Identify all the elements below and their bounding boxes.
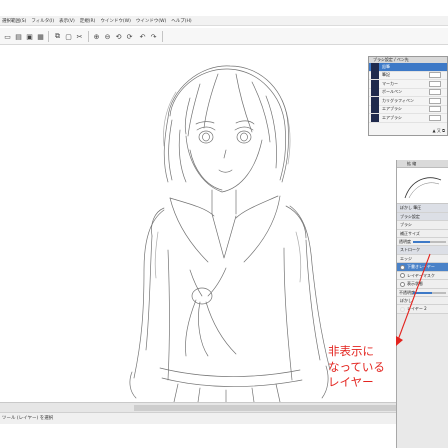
preview-sketch-icon (404, 177, 442, 199)
brush-item-airbrush[interactable]: エアブラシ (369, 105, 447, 114)
print-icon[interactable]: ▦ (36, 32, 45, 41)
brush-item-pen[interactable]: 筆記 (369, 71, 447, 80)
pencil-icon (371, 62, 379, 71)
brush-item-marker[interactable]: マーカー (369, 79, 447, 89)
cut-icon[interactable]: ✂ (75, 32, 84, 41)
annotation-line: 非表示に (328, 344, 374, 358)
brush-item-calligraphy[interactable]: カリグラフィペン (369, 96, 447, 106)
menu-item-select[interactable]: 選択範囲(S) (2, 18, 26, 24)
horizontal-scrollbar[interactable] (0, 402, 396, 412)
airbrush-icon (371, 105, 379, 114)
menu-item-window[interactable]: ウインドウ(W) (100, 18, 130, 24)
copy-icon[interactable]: ⧉ (53, 32, 62, 41)
calligraphy-icon (371, 96, 379, 105)
menu-item-window-2[interactable]: ウインドウ(W) (136, 18, 166, 24)
menu-item-help[interactable]: ヘルプ(H) (171, 18, 191, 24)
toolbar-separator (48, 31, 49, 42)
annotation-arrow-icon (396, 253, 431, 346)
zoom-out-icon[interactable]: ⊖ (103, 32, 112, 41)
paste-icon[interactable]: ▢ (64, 32, 73, 41)
redo-icon[interactable]: ↷ (149, 32, 158, 41)
ballpen-icon (371, 88, 379, 97)
transparency-slider[interactable]: 透明度 (397, 238, 448, 246)
scrollbar-thumb[interactable] (134, 405, 396, 411)
brush-size-box (429, 63, 441, 70)
menu-item-view[interactable]: 表示(V) (59, 18, 75, 24)
slider-label: 透明度 (399, 239, 411, 244)
save-icon[interactable]: ▣ (25, 32, 34, 41)
brush-size-box (429, 97, 441, 104)
brush-size-box (429, 89, 441, 96)
slider-fill (413, 241, 430, 243)
brush-size-box (429, 106, 441, 113)
undo-icon[interactable]: ↶ (138, 32, 147, 41)
brush-size-box (429, 114, 441, 121)
brush-item-pencil[interactable]: 鉛筆 (369, 62, 447, 72)
brush-item-airbrush-2[interactable]: エアブラシ (369, 113, 447, 123)
brush-size-box (429, 80, 441, 87)
annotation-callout: 非表示に なっている レイヤー (328, 344, 390, 391)
status-bar: ツール (レイヤー) を選択 (0, 412, 396, 424)
menu-item-filter[interactable]: フィルタ(I) (31, 18, 54, 24)
navigator-header: 拡 縮 (397, 160, 448, 168)
dock-row-brush[interactable]: ブラシ (397, 221, 448, 230)
annotation-line: なっている (328, 359, 385, 374)
dock-row-brush-settings[interactable]: ブラシ設定 (397, 212, 448, 221)
airbrush-icon (371, 113, 379, 122)
pen-icon (371, 71, 379, 80)
brush-item-ballpen[interactable]: ボールペン (369, 88, 447, 97)
dock-row-blur-pressure[interactable]: ぼかし 筆圧 (397, 204, 448, 213)
menu-bar: 選択範囲(S) フィルタ(I) 表示(V) 定規(R) ウインドウ(W) ウイン… (0, 16, 448, 26)
menu-item-ruler[interactable]: 定規(R) (80, 18, 96, 24)
brush-panel-footer[interactable]: ▲ 又 ⧉ (433, 128, 445, 134)
annotation-line: レイヤー (328, 375, 374, 389)
dock-row-correction-size[interactable]: 補正サイズ (397, 229, 448, 238)
brush-panel: ブラシ設定 / ペン先 鉛筆 筆記 マーカー ボールペン カリグラフィペン エア… (368, 56, 448, 136)
rotate-left-icon[interactable]: ⟲ (114, 32, 123, 41)
navigator-preview[interactable] (397, 168, 448, 204)
window-bottom (0, 424, 396, 448)
marker-icon (371, 79, 379, 88)
toolbar: ▭ ▤ ▣ ▦ ⧉ ▢ ✂ ⊕ ⊖ ⟲ ⟳ ↶ ↷ (0, 28, 448, 45)
open-file-icon[interactable]: ▤ (14, 32, 23, 41)
rotate-right-icon[interactable]: ⟳ (125, 32, 134, 41)
brush-size-box (429, 72, 441, 79)
zoom-in-icon[interactable]: ⊕ (92, 32, 101, 41)
toolbar-separator (88, 31, 89, 42)
new-file-icon[interactable]: ▭ (3, 32, 12, 41)
toolbar-separator (162, 31, 163, 42)
